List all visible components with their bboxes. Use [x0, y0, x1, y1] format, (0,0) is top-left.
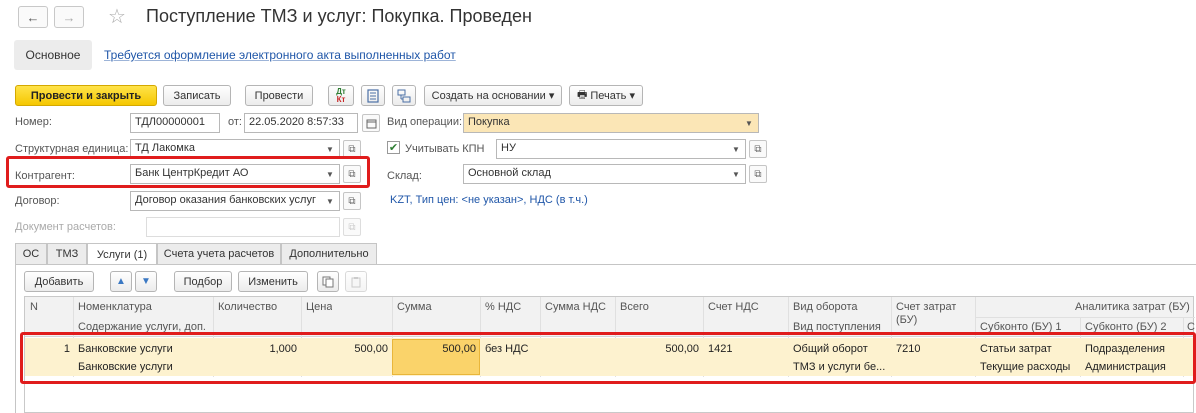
header-divider [975, 317, 1195, 318]
unit-label: Структурная единица: [15, 143, 129, 155]
date-label: от: [228, 116, 242, 128]
col-vat-rate: % НДС [485, 301, 522, 313]
open-icon[interactable]: ⧉ [749, 165, 767, 183]
tab-os[interactable]: ОС [15, 243, 47, 264]
kpn-checkbox[interactable]: ✔ [387, 141, 400, 154]
col-n: N [30, 301, 38, 313]
contractor-highlight [6, 156, 370, 188]
structure-icon[interactable] [392, 85, 416, 106]
move-up-icon[interactable]: ▲ [110, 271, 132, 292]
tab-settlement-accounts[interactable]: Счета учета расчетов [157, 243, 281, 264]
warehouse-value: Основной склад [468, 167, 551, 179]
price-info-link[interactable]: KZT, Тип цен: <не указан>, НДС (в т.ч.) [390, 194, 588, 206]
date-field[interactable]: 22.05.2020 8:57:33 [244, 113, 358, 133]
contract-value: Договор оказания банковских услуг [135, 194, 316, 206]
star-icon[interactable]: ☆ [108, 4, 126, 29]
col-turnover-type: Вид оборота [793, 301, 858, 313]
paste-icon [345, 271, 367, 292]
col-quantity: Количество [218, 301, 278, 313]
col-cost-analytics: Аналитика затрат (БУ) [1075, 301, 1190, 313]
page-title: Поступление ТМЗ и услуг: Покупка. Провед… [146, 6, 532, 26]
kpn-label: Учитывать КПН [405, 143, 485, 155]
operation-type-select[interactable]: Покупка ▼ [463, 113, 759, 133]
chevron-down-icon[interactable]: ▼ [727, 165, 745, 183]
col-price: Цена [306, 301, 333, 313]
change-button[interactable]: Изменить [238, 271, 308, 292]
open-icon[interactable]: ⧉ [749, 140, 767, 158]
chevron-down-icon[interactable]: ▼ [321, 192, 339, 210]
arrow-right-icon: → [62, 9, 76, 25]
kpn-value: НУ [501, 142, 516, 154]
copy-icon[interactable] [317, 271, 339, 292]
calendar-icon[interactable] [362, 114, 380, 132]
col-sum: Сумма [397, 301, 432, 313]
chevron-down-icon[interactable]: ▼ [740, 114, 758, 132]
back-button[interactable]: ← [18, 6, 48, 28]
printer-icon: 🖶 [576, 89, 588, 101]
kpn-select[interactable]: НУ ▼ [496, 139, 746, 159]
warehouse-select[interactable]: Основной склад ▼ [463, 164, 746, 184]
arrow-left-icon: ← [26, 9, 40, 25]
kt-label: Кт [336, 94, 346, 104]
open-icon: ⧉ [343, 218, 361, 236]
number-label: Номер: [15, 116, 52, 128]
col-total: Всего [620, 301, 649, 313]
contract-select[interactable]: Договор оказания банковских услуг ▼ [130, 191, 340, 211]
post-button[interactable]: Провести [245, 85, 313, 106]
col-nomenclature: Номенклатура [78, 301, 152, 313]
settlement-doc-label: Документ расчетов: [15, 221, 116, 233]
post-and-close-button[interactable]: Провести и закрыть [15, 85, 157, 106]
tab-panel-border [15, 264, 16, 413]
move-down-icon[interactable]: ▼ [135, 271, 157, 292]
col-vat-account: Счет НДС [708, 301, 759, 313]
col-cost-account-bu: (БУ) [896, 314, 918, 326]
tab-tmz[interactable]: ТМЗ [47, 243, 87, 264]
electronic-act-link[interactable]: Требуется оформление электронного акта в… [104, 48, 456, 62]
tab-services[interactable]: Услуги (1) [87, 243, 157, 265]
forward-button[interactable]: → [54, 6, 84, 28]
row-highlight [20, 332, 1196, 384]
print-button[interactable]: 🖶 Печать ▾ [569, 85, 643, 106]
unit-value: ТД Лакомка [135, 142, 195, 154]
col-cost-account: Счет затрат [896, 301, 957, 313]
print-label: Печать ▾ [590, 90, 635, 102]
create-based-on-button[interactable]: Создать на основании ▾ [424, 85, 562, 106]
operation-type-value: Покупка [468, 116, 510, 128]
number-field[interactable]: ТДЛ00000001 [130, 113, 220, 133]
tab-divider [15, 264, 1196, 265]
col-vat-sum: Сумма НДС [545, 301, 606, 313]
operation-type-label: Вид операции: [387, 116, 463, 128]
save-button[interactable]: Записать [163, 85, 231, 106]
tab-additional[interactable]: Дополнительно [281, 243, 377, 264]
chevron-down-icon[interactable]: ▼ [727, 140, 745, 158]
settlement-doc-field [146, 217, 340, 237]
warehouse-label: Склад: [387, 170, 422, 182]
dt-kt-icon[interactable]: Дт Кт [328, 85, 354, 106]
tab-main[interactable]: Основное [14, 40, 92, 70]
journal-icon[interactable] [361, 85, 385, 106]
select-button[interactable]: Подбор [174, 271, 232, 292]
open-icon[interactable]: ⧉ [343, 192, 361, 210]
contract-label: Договор: [15, 195, 60, 207]
add-button[interactable]: Добавить [24, 271, 94, 292]
